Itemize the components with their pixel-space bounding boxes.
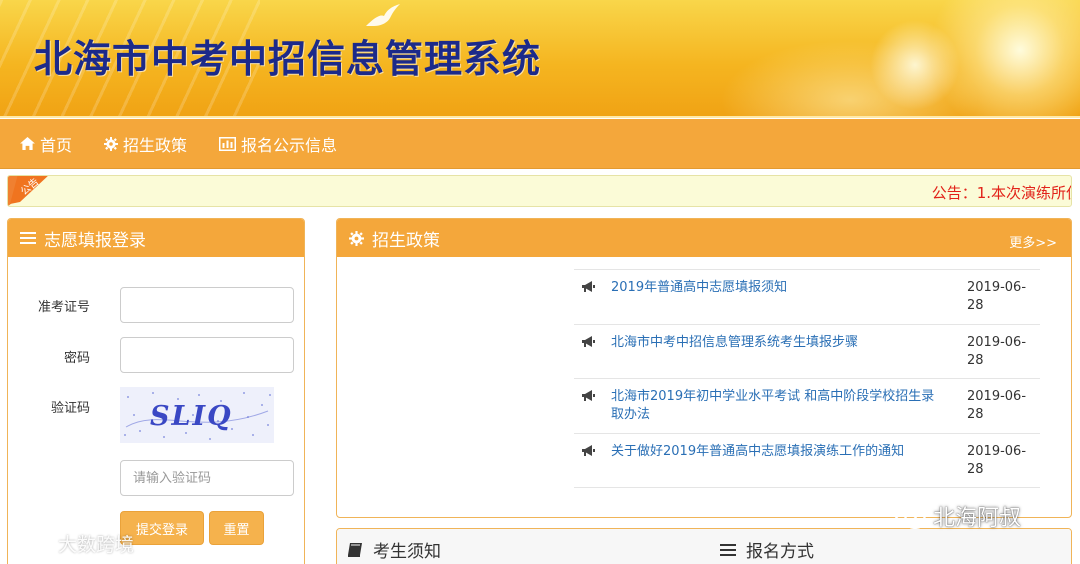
watermark-left-text: 大数跨境 (58, 534, 135, 556)
nav-item-home[interactable]: 首页 (20, 132, 72, 156)
candidate-notice-title: 考生须知 (373, 542, 441, 562)
news-date: 2019-06-28 (967, 280, 1027, 313)
reset-button[interactable]: 重置 (209, 511, 264, 545)
header-banner: 北海市中考中招信息管理系统 (0, 0, 1080, 118)
captcha-text: SLIQ (150, 401, 233, 432)
news-date: 2019-06-28 (967, 389, 1027, 422)
bullhorn-icon (582, 390, 595, 401)
wechat-logo-icon (893, 502, 927, 530)
menu-icon (20, 232, 36, 244)
news-title-link[interactable]: 北海市中考中招信息管理系统考生填报步骤 (611, 334, 947, 352)
news-date: 2019-06-28 (967, 443, 1027, 477)
gear-icon (104, 136, 119, 151)
captcha-label: 验证码 (50, 401, 90, 416)
nav-item-label: 招生政策 (123, 135, 188, 155)
login-panel: 志愿填报登录 准考证号 密码 验证码 SLIQ 请输入验证码 提交登录 重置 (7, 218, 305, 564)
exam-id-label: 准考证号 (37, 300, 90, 315)
more-link[interactable]: 更多>> (1009, 232, 1057, 251)
policy-panel-header: 招生政策 (337, 219, 1071, 257)
nav-item-enrollment-info[interactable]: 报名公示信息 (219, 132, 337, 156)
news-title-link[interactable]: 关于做好2019年普通高中志愿填报演练工作的通知 (611, 443, 947, 461)
news-title-link[interactable]: 2019年普通高中志愿填报须知 (611, 279, 947, 297)
policy-news-list: 2019年普通高中志愿填报须知 2019-06-28 北海市中考中招信息管理系统… (574, 269, 1040, 488)
exam-id-input[interactable] (120, 287, 294, 323)
captcha-input[interactable] (120, 460, 294, 496)
login-panel-title: 志愿填报登录 (44, 230, 146, 251)
login-panel-header: 志愿填报登录 (8, 219, 304, 257)
watermark-right: 北海阿叔 (893, 500, 1021, 532)
news-date: 2019-06-28 (967, 334, 1027, 368)
nav-item-label: 报名公示信息 (241, 135, 338, 155)
banner-bokeh (870, 20, 960, 110)
info-panel-header: 考生须知 报名方式 (337, 529, 1071, 564)
bullhorn-icon (582, 335, 595, 347)
nav-item-label: 首页 (40, 135, 73, 155)
registration-method-title: 报名方式 (746, 542, 814, 562)
list-item: 北海市中考中招信息管理系统考生填报步骤 2019-06-28 (574, 325, 1040, 379)
list-item: 关于做好2019年普通高中志愿填报演练工作的通知 2019-06-28 (574, 434, 1040, 488)
page: 北海市中考中招信息管理系统 首页 招生政策 报名公示信息 公告 公告：1.本次演… (0, 0, 1080, 564)
weibo-logo-icon (10, 534, 48, 556)
candidate-notice-heading[interactable]: 考生须知 (347, 537, 441, 562)
registration-method-heading[interactable]: 报名方式 (720, 537, 814, 562)
bullhorn-icon (582, 281, 595, 292)
list-item: 2019年普通高中志愿填报须知 2019-06-28 (574, 270, 1040, 325)
watermark-left: 大数跨境 (8, 530, 134, 557)
nav-item-policy[interactable]: 招生政策 (104, 132, 187, 156)
password-input[interactable] (120, 337, 294, 373)
watermark-right-text: 北海阿叔 (933, 506, 1022, 531)
system-title: 北海市中考中招信息管理系统 (34, 36, 542, 81)
announcement-badge-icon: 公告 (8, 176, 48, 206)
captcha-image[interactable]: SLIQ (120, 387, 274, 443)
main-nav: 首页 招生政策 报名公示信息 (0, 119, 1080, 169)
policy-panel: 招生政策 更多>> 2019年普通高中志愿填报须知 2019-06-28 北海市… (336, 218, 1072, 518)
home-icon (20, 137, 35, 150)
notice-bar: 公告 公告：1.本次演练所仅 (7, 175, 1072, 207)
password-label: 密码 (63, 351, 90, 366)
policy-panel-title: 招生政策 (372, 230, 440, 251)
notice-marquee-text: 公告：1.本次演练所仅 (931, 184, 1072, 202)
book-icon (348, 542, 362, 557)
info-panel: 考生须知 报名方式 (336, 528, 1072, 564)
bullhorn-icon (582, 444, 595, 456)
gear-icon (349, 230, 364, 246)
banner-divider (0, 116, 1080, 118)
news-title-link[interactable]: 北海市2019年初中学业水平考试 和高中阶段学校招生录取办法 (611, 388, 947, 424)
bar-chart-icon (219, 136, 237, 151)
menu-icon (720, 543, 736, 556)
list-item: 北海市2019年初中学业水平考试 和高中阶段学校招生录取办法 2019-06-2… (574, 379, 1040, 434)
